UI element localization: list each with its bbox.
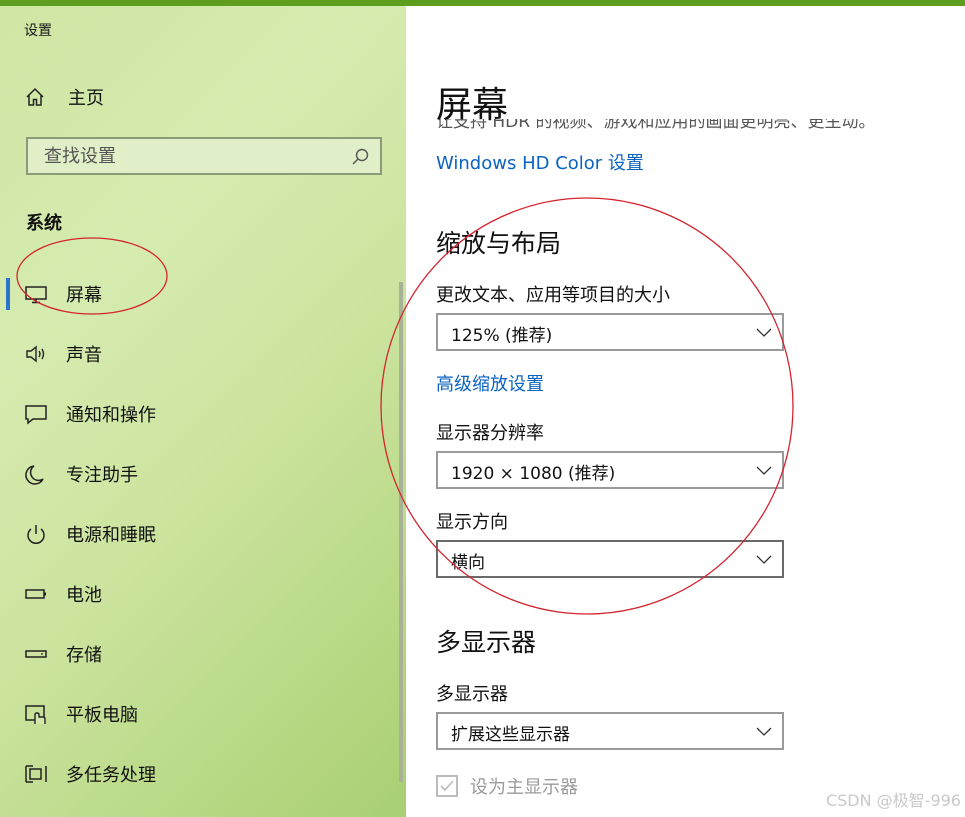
search-icon[interactable]: [350, 147, 370, 167]
selected-indicator: [6, 278, 10, 310]
sidebar-item-multitasking[interactable]: 多任务处理: [0, 744, 406, 804]
storage-icon: [25, 650, 47, 658]
multiple-displays-label: 多显示器: [436, 684, 508, 705]
sidebar-item-label: 专注助手: [66, 465, 138, 486]
resolution-value: 1920 × 1080 (推荐): [451, 464, 616, 484]
hdr-description-text: 让支持 HDR 的视频、游戏和应用的画面更明亮、更生动。: [436, 119, 876, 132]
sidebar-item-battery[interactable]: 电池: [0, 564, 406, 624]
chevron-down-icon: [756, 466, 772, 475]
primary-display-checkbox[interactable]: [436, 775, 458, 797]
orientation-dropdown[interactable]: 横向: [436, 540, 784, 578]
sidebar-item-label: 平板电脑: [66, 705, 138, 726]
orientation-label: 显示方向: [436, 512, 508, 533]
sidebar: 设置 主页 系统 屏幕 声: [0, 6, 406, 817]
notification-icon: [25, 405, 47, 425]
search-box[interactable]: [26, 137, 382, 175]
sidebar-item-tablet[interactable]: 平板电脑: [0, 684, 406, 744]
main-content: 屏幕 让支持 HDR 的视频、游戏和应用的画面更明亮、更生动。 Windows …: [406, 6, 965, 817]
sidebar-item-notifications[interactable]: 通知和操作: [0, 384, 406, 444]
chevron-down-icon: [756, 727, 772, 736]
multiple-displays-heading: 多显示器: [436, 628, 537, 657]
section-title: 系统: [26, 213, 62, 234]
sidebar-item-label: 多任务处理: [66, 765, 156, 786]
sidebar-nav: 屏幕 声音 通知和操作 专注助手 电源和睡眠 电池 存储 平板电脑 多任务处理: [0, 264, 406, 804]
monitor-icon: [25, 286, 47, 304]
chevron-down-icon: [756, 328, 772, 337]
primary-display-label: 设为主显示器: [470, 777, 578, 798]
sidebar-item-label: 通知和操作: [66, 405, 156, 426]
sidebar-item-sound[interactable]: 声音: [0, 324, 406, 384]
sidebar-scrollbar[interactable]: [399, 282, 403, 782]
chevron-down-icon: [756, 555, 772, 564]
sidebar-item-power-sleep[interactable]: 电源和睡眠: [0, 504, 406, 564]
resolution-label: 显示器分辨率: [436, 423, 544, 444]
sidebar-item-display[interactable]: 屏幕: [0, 264, 406, 324]
text-size-label: 更改文本、应用等项目的大小: [436, 285, 670, 306]
home-nav-item[interactable]: 主页: [24, 82, 104, 112]
hdr-description: 让支持 HDR 的视频、游戏和应用的画面更明亮、更生动。: [436, 119, 876, 135]
windows-hd-color-link[interactable]: Windows HD Color 设置: [436, 149, 644, 175]
checkmark-icon: [440, 780, 454, 792]
sidebar-item-label: 存储: [66, 645, 102, 666]
sidebar-item-focus-assist[interactable]: 专注助手: [0, 444, 406, 504]
sidebar-item-storage[interactable]: 存储: [0, 624, 406, 684]
battery-icon: [25, 589, 46, 599]
moon-icon: [25, 465, 44, 485]
orientation-value: 横向: [451, 553, 485, 573]
text-size-value: 125% (推荐): [451, 326, 553, 346]
watermark: CSDN @极智-996: [825, 791, 961, 810]
sidebar-item-label: 电池: [66, 585, 102, 606]
speaker-icon: [26, 345, 45, 363]
text-size-dropdown[interactable]: 125% (推荐): [436, 313, 784, 351]
home-label: 主页: [68, 88, 104, 109]
search-input[interactable]: [42, 144, 346, 168]
multiple-displays-dropdown[interactable]: 扩展这些显示器: [436, 712, 784, 750]
multiple-displays-value: 扩展这些显示器: [451, 725, 570, 745]
power-icon: [27, 525, 45, 544]
advanced-scaling-link[interactable]: 高级缩放设置: [436, 370, 544, 396]
sidebar-item-label: 电源和睡眠: [66, 525, 156, 546]
home-icon: [26, 87, 44, 106]
multitask-icon: [25, 765, 47, 783]
primary-display-option: 设为主显示器: [436, 773, 578, 799]
app-title: 设置: [24, 23, 52, 39]
scale-layout-heading: 缩放与布局: [436, 229, 562, 258]
sidebar-item-label: 屏幕: [66, 285, 102, 306]
resolution-dropdown[interactable]: 1920 × 1080 (推荐): [436, 451, 784, 489]
sidebar-item-label: 声音: [66, 345, 102, 366]
tablet-icon: [25, 705, 46, 724]
